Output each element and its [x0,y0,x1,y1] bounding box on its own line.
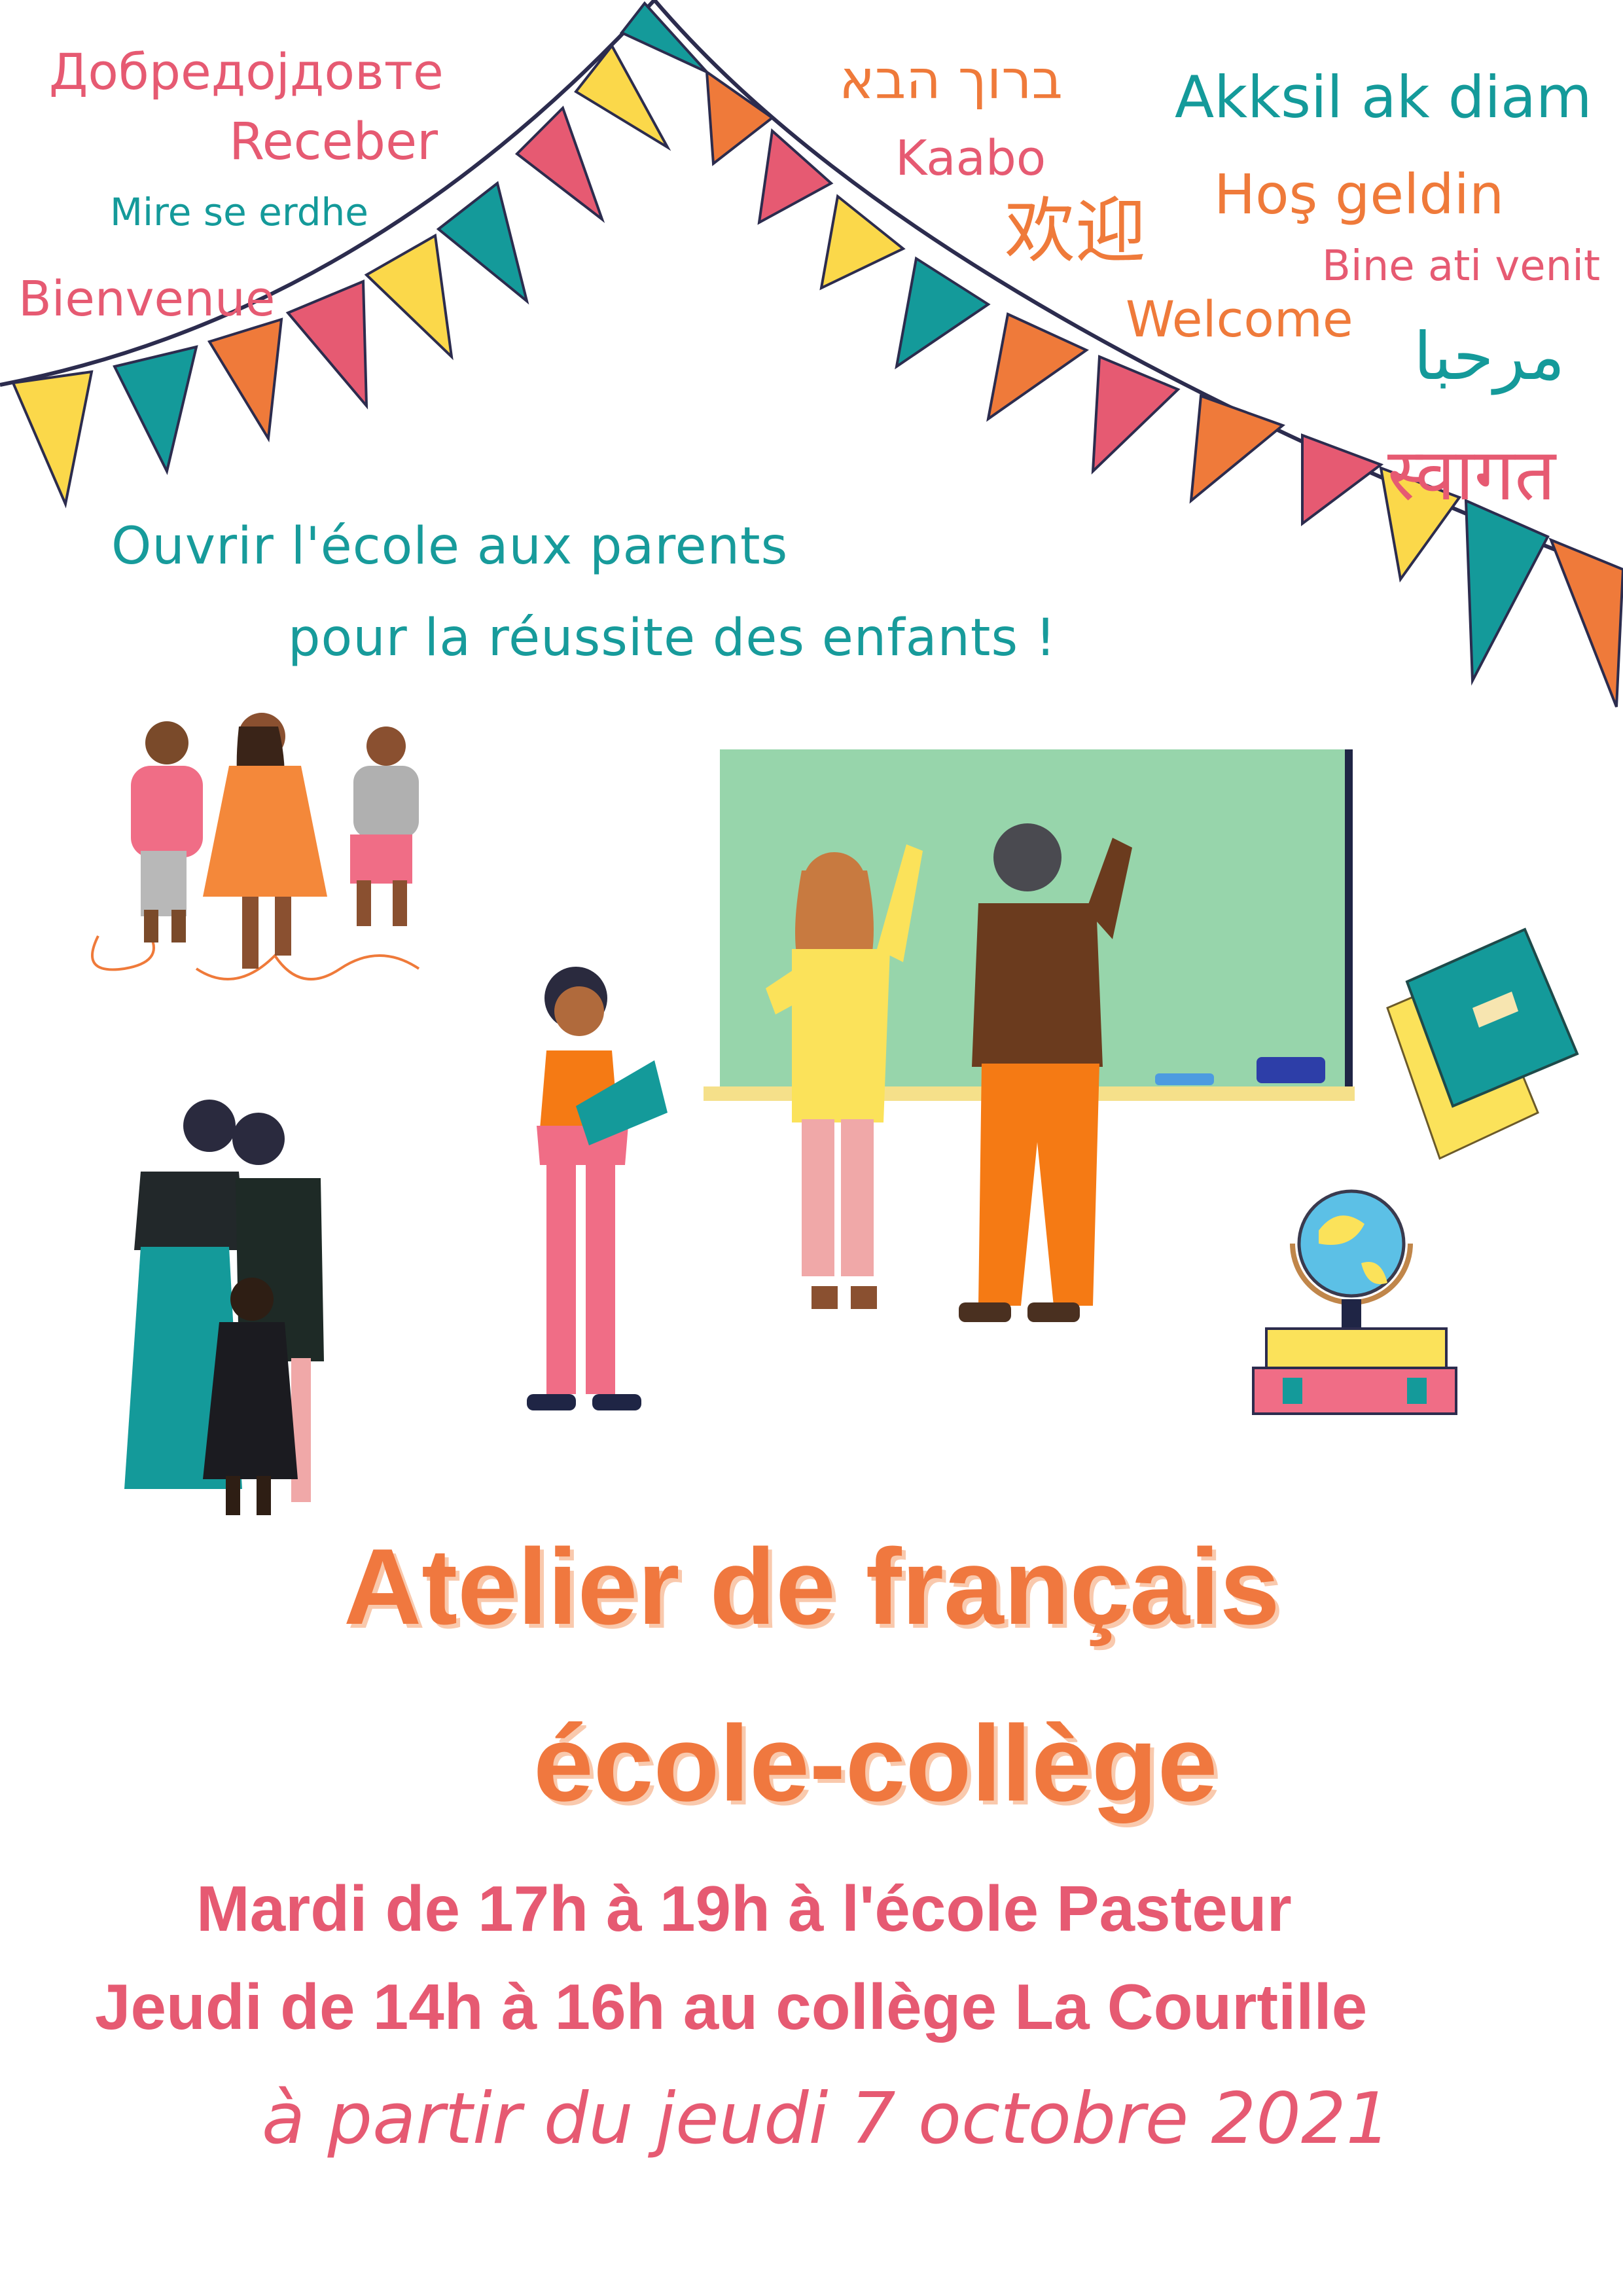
welcome-macedonian: Добредојдовте [49,43,444,101]
welcome-hindi: स्वागत [1387,433,1556,516]
title-line-1: Atelier de français [344,1526,1280,1647]
running-children-illustration [91,713,420,980]
notebooks-illustration [1386,927,1579,1160]
poster-illustration [0,0,1623,1515]
title-line-2: école-collège [533,1703,1218,1823]
welcome-chinese: 欢迎 [1005,190,1147,272]
teacher-illustration [527,967,668,1410]
welcome-albanian: Mire se erdhe [110,190,368,234]
welcome-portuguese: Receber [229,113,438,171]
tagline-line-1: Ouvrir l'école aux parents [111,517,789,576]
welcome-english: Welcome [1126,290,1353,348]
welcome-hebrew: ברוך הבא [839,49,1063,111]
globe-books-illustration [1252,1189,1457,1415]
welcome-romanian: Bine ati venit [1322,242,1601,291]
start-date: à partir du jeudi 7 octobre 2021 [262,2078,1391,2160]
chalkboard-illustration [704,749,1355,1322]
tagline-line-2: pour la réussite des enfants ! [288,609,1057,668]
welcome-turkish: Hoş geldin [1214,162,1505,226]
schedule-thursday: Jeudi de 14h à 16h au collège La Courtil… [95,1971,1368,2043]
welcome-wolof: Akksil ak diam [1175,63,1592,131]
welcome-arabic: مرحبا [1414,318,1565,395]
welcome-french: Bienvenue [18,271,276,327]
family-illustration [124,1100,324,1515]
schedule-tuesday: Mardi de 17h à 19h à l'école Pasteur [196,1873,1292,1945]
welcome-yoruba: Kaabo [895,130,1046,187]
